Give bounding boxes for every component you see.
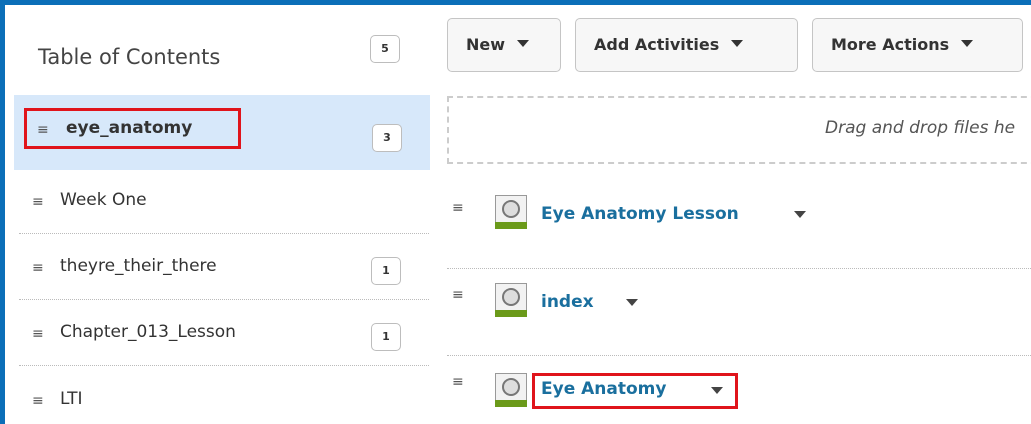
sidebar-item-chapter-013-lesson[interactable]: ≡ Chapter_013_Lesson 1 bbox=[19, 300, 429, 366]
sidebar-item-lti[interactable]: ≡ LTI bbox=[19, 366, 429, 424]
item-count-badge: 3 bbox=[372, 124, 402, 152]
file-dropzone[interactable]: Drag and drop files he bbox=[447, 96, 1031, 164]
drag-handle-icon[interactable]: ≡ bbox=[452, 200, 464, 216]
drag-handle-icon[interactable]: ≡ bbox=[32, 194, 44, 210]
item-count-badge: 1 bbox=[371, 257, 401, 285]
drag-handle-icon[interactable]: ≡ bbox=[452, 374, 464, 390]
web-page-icon bbox=[495, 283, 527, 317]
web-page-icon bbox=[495, 373, 527, 407]
topic-link[interactable]: index bbox=[541, 292, 594, 312]
sidebar-item-theyre-their-there[interactable]: ≡ theyre_their_there 1 bbox=[19, 234, 429, 300]
chevron-down-icon bbox=[961, 40, 974, 47]
sidebar-item-week-one[interactable]: ≡ Week One bbox=[19, 170, 429, 234]
more-actions-button[interactable]: More Actions bbox=[812, 18, 1023, 72]
drag-handle-icon[interactable]: ≡ bbox=[452, 287, 464, 303]
toc-count-badge: 5 bbox=[370, 35, 400, 63]
sidebar-item-label: theyre_their_there bbox=[60, 256, 217, 276]
new-button-label: New bbox=[466, 35, 506, 54]
more-actions-label: More Actions bbox=[831, 35, 950, 54]
chevron-down-icon bbox=[731, 40, 744, 47]
toc-title: Table of Contents bbox=[38, 45, 221, 69]
web-page-icon bbox=[495, 195, 527, 229]
sidebar-item-eye-anatomy[interactable]: ≡ eye_anatomy 3 bbox=[14, 95, 430, 170]
drag-handle-icon[interactable]: ≡ bbox=[32, 326, 44, 342]
dropzone-text: Drag and drop files he bbox=[825, 118, 1016, 138]
table-of-contents-panel: Table of Contents 5 ≡ eye_anatomy 3 ≡ We… bbox=[5, 5, 430, 424]
toc-header[interactable]: Table of Contents 5 bbox=[5, 5, 429, 95]
sidebar-item-label: LTI bbox=[60, 389, 83, 409]
drag-handle-icon[interactable]: ≡ bbox=[32, 393, 44, 409]
divider bbox=[447, 355, 1031, 356]
topic-link[interactable]: Eye Anatomy bbox=[541, 379, 666, 399]
chevron-down-icon[interactable] bbox=[711, 387, 723, 394]
topic-link[interactable]: Eye Anatomy Lesson bbox=[541, 204, 739, 224]
new-button[interactable]: New bbox=[447, 18, 561, 72]
sidebar-item-label: Week One bbox=[60, 190, 147, 210]
sidebar-item-label: Chapter_013_Lesson bbox=[60, 322, 236, 342]
item-count-badge: 1 bbox=[371, 323, 401, 351]
chevron-down-icon[interactable] bbox=[626, 299, 638, 306]
divider bbox=[447, 268, 1031, 269]
chevron-down-icon bbox=[517, 40, 530, 47]
chevron-down-icon[interactable] bbox=[794, 211, 806, 218]
add-activities-label: Add Activities bbox=[594, 35, 720, 54]
add-activities-button[interactable]: Add Activities bbox=[575, 18, 798, 72]
drag-handle-icon[interactable]: ≡ bbox=[32, 260, 44, 276]
highlight-box bbox=[24, 108, 241, 149]
